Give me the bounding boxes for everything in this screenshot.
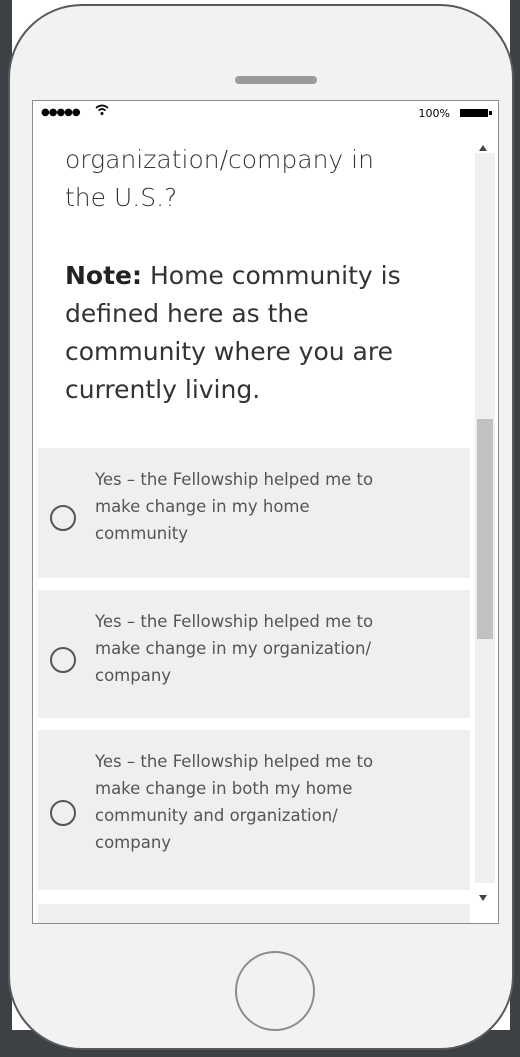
wifi-icon <box>95 104 109 119</box>
option-home-community[interactable]: Yes – the Fellowship helped me to make c… <box>38 448 470 578</box>
scroll-thumb[interactable] <box>477 419 493 639</box>
option-line: make change in both my home <box>95 779 353 798</box>
radio-button[interactable] <box>50 505 76 531</box>
survey-content: organization/company in the U.S.? Note: … <box>33 123 473 923</box>
radio-button[interactable] <box>50 647 76 673</box>
option-line: make change in my home <box>95 497 310 516</box>
option-label: Yes – the Fellowship helped me to make c… <box>95 748 373 856</box>
note-label: Note: <box>65 261 143 290</box>
option-label: Yes – the Fellowship helped me to make c… <box>95 608 373 689</box>
option-line: company <box>95 666 172 685</box>
signal-icon: ●●●●● <box>41 107 81 118</box>
option-both[interactable]: Yes – the Fellowship helped me to make c… <box>38 730 470 890</box>
battery-percent: 100% <box>418 107 450 120</box>
question-line: the U.S.? <box>65 183 178 212</box>
note-line-text: Home community is <box>149 261 401 290</box>
home-button[interactable] <box>235 951 315 1031</box>
note-line: defined here as the <box>65 299 309 328</box>
note-line: Note: Home community is <box>65 257 465 295</box>
question-text: organization/company in the U.S.? <box>65 141 465 217</box>
note-line: community where you are <box>65 337 393 366</box>
option-line: community <box>95 524 189 543</box>
option-line: company <box>95 833 172 852</box>
scroll-up-arrow-icon[interactable] <box>479 145 487 151</box>
phone-speaker <box>235 76 317 84</box>
radio-button[interactable] <box>50 800 76 826</box>
note-line: currently living. <box>65 375 261 404</box>
option-line: community and organization/ <box>95 806 338 825</box>
battery-tip <box>489 111 492 115</box>
option-line: Yes – the Fellowship helped me to <box>95 470 374 489</box>
question-line: organization/company in <box>65 145 374 174</box>
battery-icon <box>460 109 488 117</box>
scroll-down-arrow-icon[interactable] <box>479 895 487 901</box>
option-line: Yes – the Fellowship helped me to <box>95 752 374 771</box>
option-line: Yes – the Fellowship helped me to <box>95 612 374 631</box>
option-next-partial[interactable] <box>38 904 470 923</box>
status-bar: ●●●●● 100% <box>33 101 498 123</box>
option-label: Yes – the Fellowship helped me to make c… <box>95 466 373 547</box>
option-organization[interactable]: Yes – the Fellowship helped me to make c… <box>38 590 470 718</box>
note-text: Note: Home community is defined here as … <box>65 257 465 409</box>
option-line: make change in my organization/ <box>95 639 372 658</box>
phone-screen: ●●●●● 100% organization/company in the U… <box>32 100 499 924</box>
scrollbar[interactable] <box>473 123 498 923</box>
